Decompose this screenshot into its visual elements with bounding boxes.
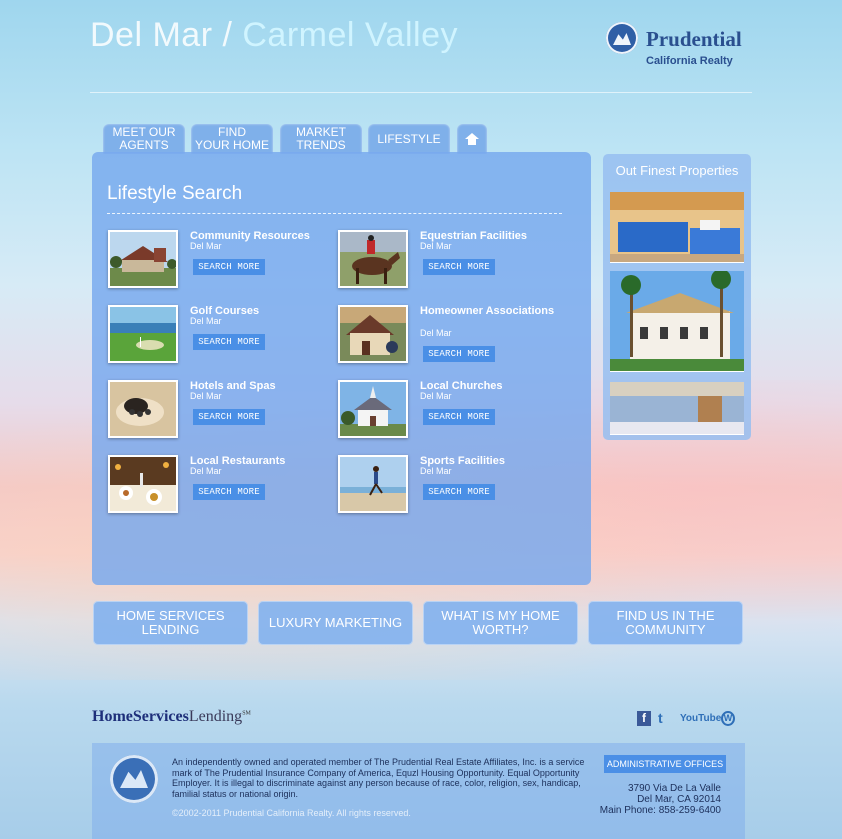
home-icon bbox=[465, 133, 479, 145]
item-location: Del Mar bbox=[190, 241, 222, 251]
search-more-button[interactable]: SEARCH MORE bbox=[193, 484, 265, 500]
tab-market-trends[interactable]: MARKET TRENDS bbox=[280, 124, 362, 154]
lifestyle-item-community-resources: Community Resources Del Mar SEARCH MORE bbox=[108, 230, 333, 292]
home-services-lending-button[interactable]: HOME SERVICES LENDING bbox=[93, 601, 248, 645]
heading-divider bbox=[107, 213, 562, 214]
footer-copyright: ©2002-2011 Prudential California Realty.… bbox=[172, 808, 411, 818]
church-photo[interactable] bbox=[338, 380, 408, 438]
homeservices-lending-logo[interactable]: HomeServicesLendingSM bbox=[92, 708, 251, 726]
youtube-icon[interactable]: YouTube bbox=[680, 711, 721, 726]
equestrian-photo[interactable] bbox=[338, 230, 408, 288]
site-title: Del Mar / Carmel Valley bbox=[90, 16, 458, 55]
lifestyle-item-homeowner-associations: Homeowner Associations Del Mar SEARCH MO… bbox=[338, 305, 563, 367]
lifestyle-item-hotels-and-spas: Hotels and Spas Del Mar SEARCH MORE bbox=[108, 380, 333, 442]
lifestyle-item-local-churches: Local Churches Del Mar SEARCH MORE bbox=[338, 380, 563, 442]
header-divider bbox=[90, 92, 752, 93]
rock-icon bbox=[606, 22, 638, 54]
item-location: Del Mar bbox=[420, 466, 452, 476]
lifestyle-item-local-restaurants: Local Restaurants Del Mar SEARCH MORE bbox=[108, 455, 333, 517]
home-worth-button[interactable]: WHAT IS MY HOME WORTH? bbox=[423, 601, 578, 645]
prudential-logo[interactable]: Prudential California Realty bbox=[606, 22, 746, 72]
prudential-rock-icon bbox=[110, 755, 158, 803]
brand-subtitle: California Realty bbox=[646, 55, 733, 67]
site-title-part2: Carmel Valley bbox=[242, 16, 458, 54]
tab-home[interactable] bbox=[457, 124, 487, 154]
search-more-button[interactable]: SEARCH MORE bbox=[423, 346, 495, 362]
golf-course-photo[interactable] bbox=[108, 305, 178, 363]
luxury-marketing-button[interactable]: LUXURY MARKETING bbox=[258, 601, 413, 645]
lifestyle-item-golf-courses: Golf Courses Del Mar SEARCH MORE bbox=[108, 305, 333, 367]
item-location: Del Mar bbox=[190, 316, 222, 326]
search-more-button[interactable]: SEARCH MORE bbox=[193, 334, 265, 350]
spa-photo[interactable] bbox=[108, 380, 178, 438]
lifestyle-item-sports-facilities: Sports Facilities Del Mar SEARCH MORE bbox=[338, 455, 563, 517]
search-more-button[interactable]: SEARCH MORE bbox=[423, 259, 495, 275]
search-more-button[interactable]: SEARCH MORE bbox=[423, 484, 495, 500]
footer: An independently owned and operated memb… bbox=[92, 743, 745, 839]
item-location: Del Mar bbox=[420, 241, 452, 251]
property-photo-villa[interactable] bbox=[610, 269, 744, 372]
panel-heading: Lifestyle Search bbox=[107, 183, 243, 204]
community-resources-photo[interactable] bbox=[108, 230, 178, 288]
restaurant-photo[interactable] bbox=[108, 455, 178, 513]
twitter-icon[interactable]: t bbox=[658, 711, 672, 726]
search-more-button[interactable]: SEARCH MORE bbox=[193, 259, 265, 275]
search-more-button[interactable]: SEARCH MORE bbox=[423, 409, 495, 425]
search-more-button[interactable]: SEARCH MORE bbox=[193, 409, 265, 425]
lifestyle-item-equestrian-facilities: Equestrian Facilities Del Mar SEARCH MOR… bbox=[338, 230, 563, 292]
facebook-icon[interactable]: f bbox=[637, 711, 651, 726]
tab-meet-our-agents[interactable]: MEET OUR AGENTS bbox=[103, 124, 185, 154]
tab-lifestyle[interactable]: LIFESTYLE bbox=[368, 124, 450, 154]
lifestyle-search-panel: Lifestyle Search Community Resources Del… bbox=[92, 152, 591, 585]
office-address: 3790 Via De La Valle Del Mar, CA 92014 M… bbox=[599, 783, 721, 816]
finest-properties-panel: Out Finest Properties bbox=[603, 154, 751, 440]
property-photo-kitchen[interactable] bbox=[610, 192, 744, 263]
sidebar-title: Out Finest Properties bbox=[615, 163, 739, 178]
item-location: Del Mar bbox=[420, 391, 452, 401]
property-photo-interior[interactable] bbox=[610, 382, 744, 435]
administrative-offices-label: ADMINISTRATIVE OFFICES bbox=[604, 755, 726, 773]
find-us-community-button[interactable]: FIND US IN THE COMMUNITY bbox=[588, 601, 743, 645]
site-title-part1: Del Mar / bbox=[90, 16, 233, 54]
homeowner-photo[interactable] bbox=[338, 305, 408, 363]
tab-find-your-home[interactable]: FIND YOUR HOME bbox=[191, 124, 273, 154]
item-location: Del Mar bbox=[190, 466, 222, 476]
footer-disclaimer: An independently owned and operated memb… bbox=[172, 757, 585, 799]
item-location: Del Mar bbox=[420, 328, 452, 338]
wordpress-icon[interactable]: W bbox=[721, 711, 735, 726]
item-location: Del Mar bbox=[190, 391, 222, 401]
brand-name: Prudential bbox=[646, 27, 742, 51]
sports-photo[interactable] bbox=[338, 455, 408, 513]
item-title[interactable]: Homeowner Associations bbox=[420, 305, 560, 317]
